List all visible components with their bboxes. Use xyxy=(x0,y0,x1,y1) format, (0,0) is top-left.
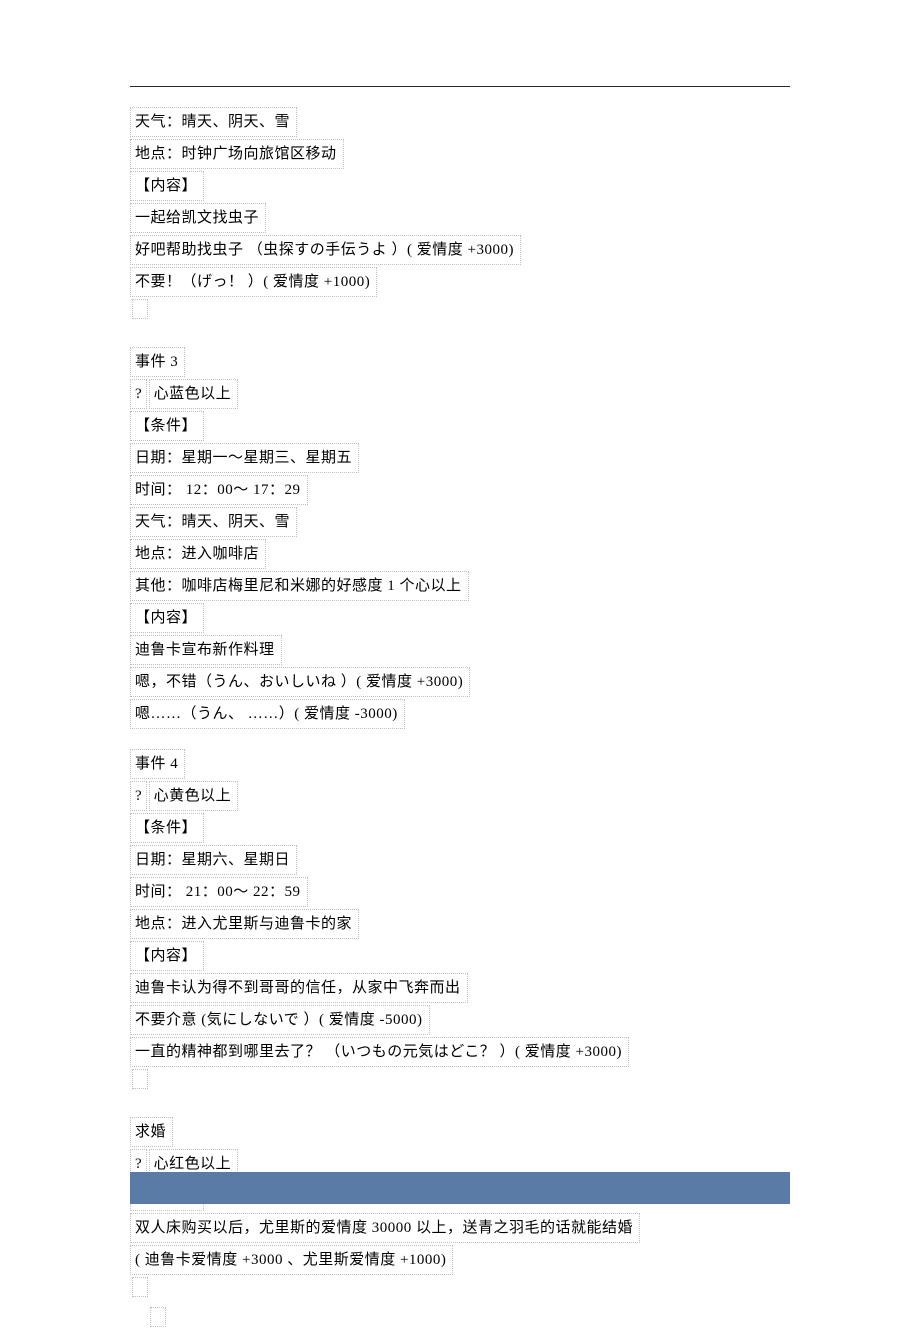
event-3-content-text: 迪鲁卡宣布新作料理 xyxy=(130,635,282,665)
event-3-block: 事件 3 ?心蓝色以上 【条件】 日期：星期一～星期三、星期五 时间： 12：0… xyxy=(130,347,790,731)
event-3-heart-q: ? xyxy=(130,379,147,409)
event-4-heart-q: ? xyxy=(130,781,147,811)
event-3-other: 其他：咖啡店梅里尼和米娜的好感度 1 个心以上 xyxy=(130,571,469,601)
event-3-heart: 心蓝色以上 xyxy=(149,379,239,409)
intro-choice-2: 不要！（げっ！ ）( 爱情度 +1000) xyxy=(130,267,377,297)
top-rule xyxy=(130,86,790,87)
event-3-cond-label: 【条件】 xyxy=(130,411,204,441)
spacer-box xyxy=(132,1277,148,1297)
spacer-box xyxy=(132,1069,148,1089)
intro-content-text: 一起给凯文找虫子 xyxy=(130,203,266,233)
event-4-choice-1: 不要介意 (気にしないで ）( 爱情度 -5000) xyxy=(130,1005,430,1035)
propose-line-1: 双人床购买以后，尤里斯的爱情度 30000 以上，送青之羽毛的话就能结婚 xyxy=(130,1213,640,1243)
intro-weather: 天气：晴天、阴天、雪 xyxy=(130,107,297,137)
event-4-title: 事件 4 xyxy=(130,749,185,779)
event-3-place: 地点：进入咖啡店 xyxy=(130,539,266,569)
propose-line-2: ( 迪鲁卡爱情度 +3000 、尤里斯爱情度 +1000) xyxy=(130,1245,453,1275)
intro-place: 地点：时钟广场向旅馆区移动 xyxy=(130,139,344,169)
propose-block: 求婚 ?心红色以上 【条件】 双人床购买以后，尤里斯的爱情度 30000 以上，… xyxy=(130,1117,790,1337)
event-4-date: 日期：星期六、星期日 xyxy=(130,845,297,875)
intro-block: 天气：晴天、阴天、雪 地点：时钟广场向旅馆区移动 【内容】 一起给凯文找虫子 好… xyxy=(130,107,790,329)
event-3-choice-2: 嗯……（うん、 ……）( 爱情度 -3000) xyxy=(130,699,405,729)
intro-content-label: 【内容】 xyxy=(130,171,204,201)
event-4-cond-label: 【条件】 xyxy=(130,813,204,843)
event-3-time: 时间： 12：00～ 17：29 xyxy=(130,475,308,505)
document-page: 天气：晴天、阴天、雪 地点：时钟广场向旅馆区移动 【内容】 一起给凯文找虫子 好… xyxy=(0,0,920,1337)
event-3-title: 事件 3 xyxy=(130,347,185,377)
event-3-date: 日期：星期一～星期三、星期五 xyxy=(130,443,359,473)
intro-choice-1: 好吧帮助找虫子 （虫探すの手伝うよ ）( 爱情度 +3000) xyxy=(130,235,521,265)
event-4-content-text: 迪鲁卡认为得不到哥哥的信任，从家中飞奔而出 xyxy=(130,973,468,1003)
spacer-box xyxy=(150,1307,166,1327)
propose-title: 求婚 xyxy=(130,1117,173,1147)
event-4-place: 地点：进入尤里斯与迪鲁卡的家 xyxy=(130,909,359,939)
event-3-weather: 天气：晴天、阴天、雪 xyxy=(130,507,297,537)
event-3-content-label: 【内容】 xyxy=(130,603,204,633)
event-3-choice-1: 嗯，不错（うん、おいしいね ）( 爱情度 +3000) xyxy=(130,667,470,697)
event-4-content-label: 【内容】 xyxy=(130,941,204,971)
event-4-time: 时间： 21：00～ 22：59 xyxy=(130,877,308,907)
event-4-heart: 心黄色以上 xyxy=(149,781,239,811)
event-4-block: 事件 4 ?心黄色以上 【条件】 日期：星期六、星期日 时间： 21：00～ 2… xyxy=(130,749,790,1099)
spacer-box xyxy=(132,299,148,319)
event-4-choice-2: 一直的精神都到哪里去了？ （いつもの元気はどこ？ ）( 爱情度 +3000) xyxy=(130,1037,629,1067)
footer-band xyxy=(130,1172,790,1204)
